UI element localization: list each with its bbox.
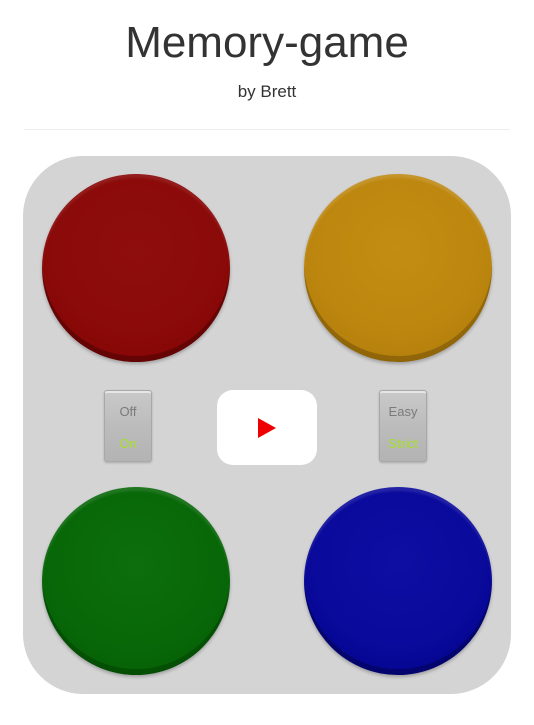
- green-pad[interactable]: [42, 487, 230, 675]
- author-byline: by Brett: [237, 82, 297, 101]
- start-button[interactable]: [217, 390, 317, 465]
- power-toggle[interactable]: Off On: [104, 390, 152, 462]
- mode-strict-label: Strict: [388, 436, 418, 451]
- mode-easy-label: Easy: [388, 404, 418, 419]
- header-divider: [24, 129, 510, 130]
- mode-toggle[interactable]: Easy Strict: [379, 390, 427, 462]
- power-off-label: Off: [119, 404, 137, 419]
- page-title: Memory-game: [125, 18, 409, 67]
- red-pad[interactable]: [42, 174, 230, 362]
- blue-pad[interactable]: [304, 487, 492, 675]
- yellow-pad[interactable]: [304, 174, 492, 362]
- play-icon: [258, 418, 276, 438]
- game-board: Off On Easy Strict: [23, 156, 511, 694]
- power-on-label: On: [119, 436, 137, 451]
